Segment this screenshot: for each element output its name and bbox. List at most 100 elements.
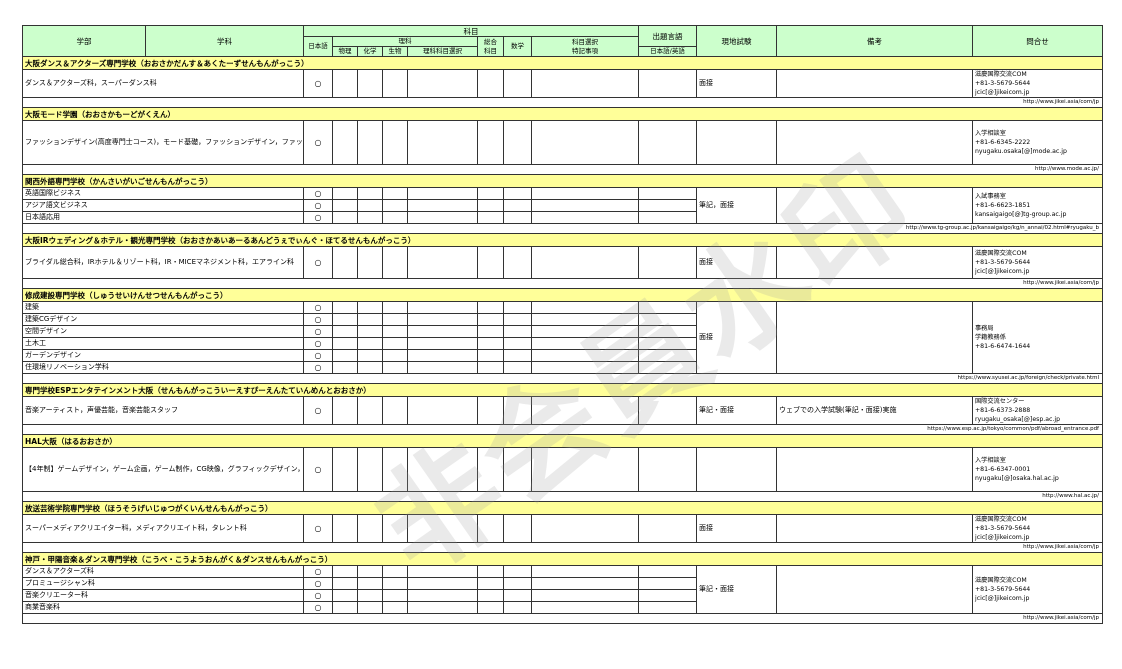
subject-cell (477, 246, 504, 279)
subject-cell (531, 246, 639, 279)
subject-cell (382, 337, 408, 350)
subject-cell (407, 337, 478, 350)
contact-line: nyugaku.osaka[@]mode.ac.jp (975, 148, 1067, 155)
exam-language-cell (638, 325, 697, 338)
department-label: アジア語文ビジネス (22, 199, 304, 212)
department-row: 【4年制】ゲームデザイン，ゲーム企画，ゲーム制作，CG映像，グラフィックデザイン… (22, 447, 1103, 492)
school-url-link[interactable]: http://www.jikei.asia/com/jp (22, 278, 1103, 289)
school-header-row: 神戸・甲陽音楽＆ダンス専門学校（こうべ・こうようおんがく＆ダンスせんもんがっこう… (22, 552, 1103, 566)
subject-cell (477, 211, 504, 224)
admissions-sheet: 学部 学科 科目 出題言語 現地試験 備考 問合せ 日本語 理科 総合 科目 数学… (22, 25, 1103, 624)
url-row: http://www.jikei.asia/com/jp (22, 542, 1103, 553)
department-label: 住環境リノベーション学科 (22, 361, 304, 374)
school-name: 大阪IRウェディング＆ホテル・観光専門学校（おおさかあいあーるあんどうぇでぃんぐ… (22, 233, 1103, 247)
contact-info: 入学相談室 +81-6-6347-0001 nyugaku[@]osaka.hal.… (972, 447, 1103, 492)
contact-line: kansaigaigo[@]tg-group.ac.jp (975, 211, 1067, 218)
japanese-mark: ○ (303, 589, 333, 602)
contact-line: +81-6-6345-2222 (975, 139, 1031, 146)
subject-cell (332, 396, 358, 425)
subject-cell (382, 565, 408, 578)
subject-cell (531, 396, 639, 425)
subject-cell (503, 447, 532, 492)
subject-cell (357, 349, 383, 362)
contact-line: 入学相談室 (975, 130, 1006, 137)
school-header-row: 専門学校ESPエンタテインメント大阪（せんもんがっこういーえすぴーえんたていんめ… (22, 383, 1103, 397)
subject-cell (407, 589, 478, 602)
subject-cell (332, 577, 358, 590)
japanese-mark: ○ (303, 601, 333, 614)
subject-cell (332, 313, 358, 326)
department-label: ダンス＆アクターズ科，スーパーダンス科 (22, 69, 304, 98)
subject-cell (407, 447, 478, 492)
subject-cell (531, 313, 639, 326)
school-url-link[interactable]: http://www.mode.ac.jp/ (22, 164, 1103, 175)
header-faculty: 学部 (22, 25, 146, 57)
school-url-link[interactable]: http://www.hal.ac.jp/ (22, 491, 1103, 502)
subject-cell (382, 577, 408, 590)
school-url-link[interactable]: http://www.jikei.asia/com/jp (22, 613, 1103, 624)
contact-line: 滋慶国際交流COM (975, 577, 1027, 584)
school-header-row: 大阪IRウェディング＆ホテル・観光専門学校（おおさかあいあーるあんどうぇでぃんぐ… (22, 233, 1103, 247)
department-label: 商業音楽科 (22, 601, 304, 614)
subject-cell (503, 601, 532, 614)
subject-cell (407, 187, 478, 200)
header-general: 総合 科目 (477, 36, 504, 57)
onsite-exam (696, 447, 777, 492)
header-subjects: 科目 (303, 25, 639, 37)
subject-cell (407, 349, 478, 362)
school-name: 修成建設専門学校（しゅうせいけんせつせんもんがっこう） (22, 288, 1103, 302)
school-header-row: 関西外語専門学校（かんさいがいごせんもんがっこう） (22, 174, 1103, 188)
school-name: 大阪ダンス＆アクターズ専門学校（おおさかだんす＆あくたーずせんもんがっこう） (22, 56, 1103, 70)
subject-cell (382, 396, 408, 425)
school-url-link[interactable]: https://www.syusei.ac.jp/foreign/check/p… (22, 373, 1103, 384)
subject-cell (531, 337, 639, 350)
url-row: http://www.jikei.asia/com/jp (22, 278, 1103, 289)
exam-language-cell (638, 601, 697, 614)
subject-cell (382, 361, 408, 374)
subject-cell (477, 69, 504, 98)
department-label: プロミュージシャン科 (22, 577, 304, 590)
school-header-row: 大阪ダンス＆アクターズ専門学校（おおさかだんす＆あくたーずせんもんがっこう） (22, 56, 1103, 70)
subject-cell (407, 211, 478, 224)
exam-language-cell (638, 514, 697, 543)
subject-cell (531, 361, 639, 374)
department-label: ダンス＆アクターズ科 (22, 565, 304, 578)
subject-cell (407, 313, 478, 326)
department-label: ガーデンデザイン (22, 349, 304, 362)
subject-cell (503, 396, 532, 425)
japanese-mark: ○ (303, 361, 333, 374)
school-url-link[interactable]: http://www.tg-group.ac.jp/kansaigaigo/kg… (22, 223, 1103, 234)
subject-cell (503, 246, 532, 279)
header-notes: 備考 (776, 25, 973, 57)
subject-cell (382, 211, 408, 224)
subject-cell (531, 69, 639, 98)
exam-language-cell (638, 69, 697, 98)
header-science-choice: 理科科目選択 (407, 46, 478, 57)
department-label: スーパーメディアクリエイター科，メディアクリエイト科，タレント科 (22, 514, 304, 543)
header-subject-choice: 科目選択 特記事項 (531, 36, 639, 57)
school-name: 大阪モード学園（おおさかもーどがくえん） (22, 107, 1103, 121)
exam-language-cell (638, 349, 697, 362)
japanese-mark: ○ (303, 301, 333, 314)
contact-info: 入試事務室 +81-6-6623-1851 kansaigaigo[@]tg-gro… (972, 187, 1103, 224)
department-row: スーパーメディアクリエイター科，メディアクリエイト科，タレント科 ○ 面接 滋慶国際交… (22, 514, 1103, 543)
japanese-mark: ○ (303, 577, 333, 590)
subject-cell (407, 301, 478, 314)
subject-cell (357, 337, 383, 350)
subject-cell (477, 447, 504, 492)
department-label: 音楽クリエーター科 (22, 589, 304, 602)
exam-language-cell (638, 246, 697, 279)
school-url-link[interactable]: https://www.esp.ac.jp/tokyo/common/pdf/a… (22, 424, 1103, 435)
subject-cell (357, 199, 383, 212)
header-japanese: 日本語 (303, 36, 333, 57)
japanese-mark: ○ (303, 69, 333, 98)
school-url-link[interactable]: http://www.jikei.asia/com/jp (22, 97, 1103, 108)
header-science: 理科 (332, 36, 478, 47)
school-url-link[interactable]: http://www.jikei.asia/com/jp (22, 542, 1103, 553)
contact-line: ryugaku_osaka[@]esp.ac.jp (975, 416, 1061, 423)
subject-cell (357, 601, 383, 614)
subject-cell (531, 601, 639, 614)
subject-cell (332, 361, 358, 374)
subject-cell (332, 199, 358, 212)
onsite-exam: 面接 (696, 69, 777, 98)
